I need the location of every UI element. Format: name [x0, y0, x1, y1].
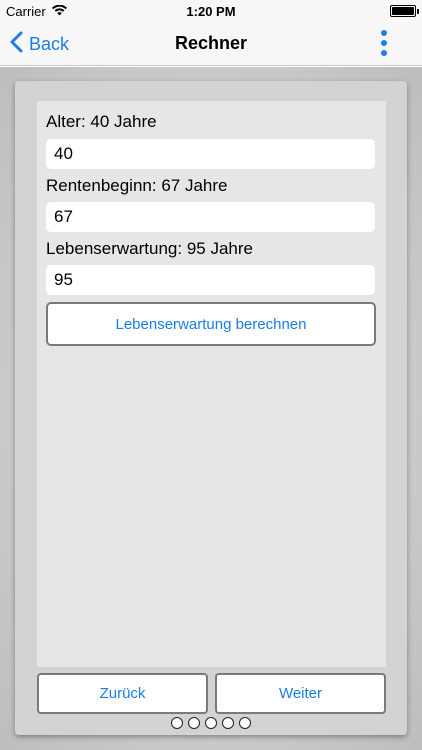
page-indicator[interactable] [0, 717, 422, 731]
more-dot [381, 50, 387, 56]
page-dot[interactable] [171, 717, 183, 729]
page-title: Rechner [174, 33, 248, 53]
page-dot[interactable] [239, 717, 251, 729]
page-dot[interactable] [188, 717, 200, 729]
retirement-input[interactable]: 67 [46, 202, 375, 232]
battery-fill [392, 7, 414, 15]
age-input[interactable]: 40 [46, 139, 375, 169]
status-bar: Carrier 1:20 PM [0, 0, 422, 22]
carrier-label: Carrier [6, 3, 46, 19]
nav-bar: Back Rechner [0, 22, 422, 66]
life-expectancy-label: Lebenserwartung: 95 Jahre [46, 239, 253, 258]
status-left: Carrier [6, 4, 67, 19]
more-options-icon[interactable] [376, 28, 392, 58]
more-dot [381, 40, 387, 46]
calculate-life-expectancy-button[interactable]: Lebenserwartung berechnen [46, 302, 376, 346]
retirement-label: Rentenbeginn: 67 Jahre [46, 176, 228, 195]
next-button[interactable]: Weiter [215, 673, 386, 714]
previous-button[interactable]: Zurück [37, 673, 208, 714]
age-label: Alter: 40 Jahre [46, 112, 157, 131]
page-dot[interactable] [222, 717, 234, 729]
more-dot [381, 30, 387, 36]
page-dot[interactable] [205, 717, 217, 729]
battery-icon [390, 5, 419, 17]
life-expectancy-input[interactable]: 95 [46, 265, 375, 295]
wifi-icon [51, 4, 67, 19]
